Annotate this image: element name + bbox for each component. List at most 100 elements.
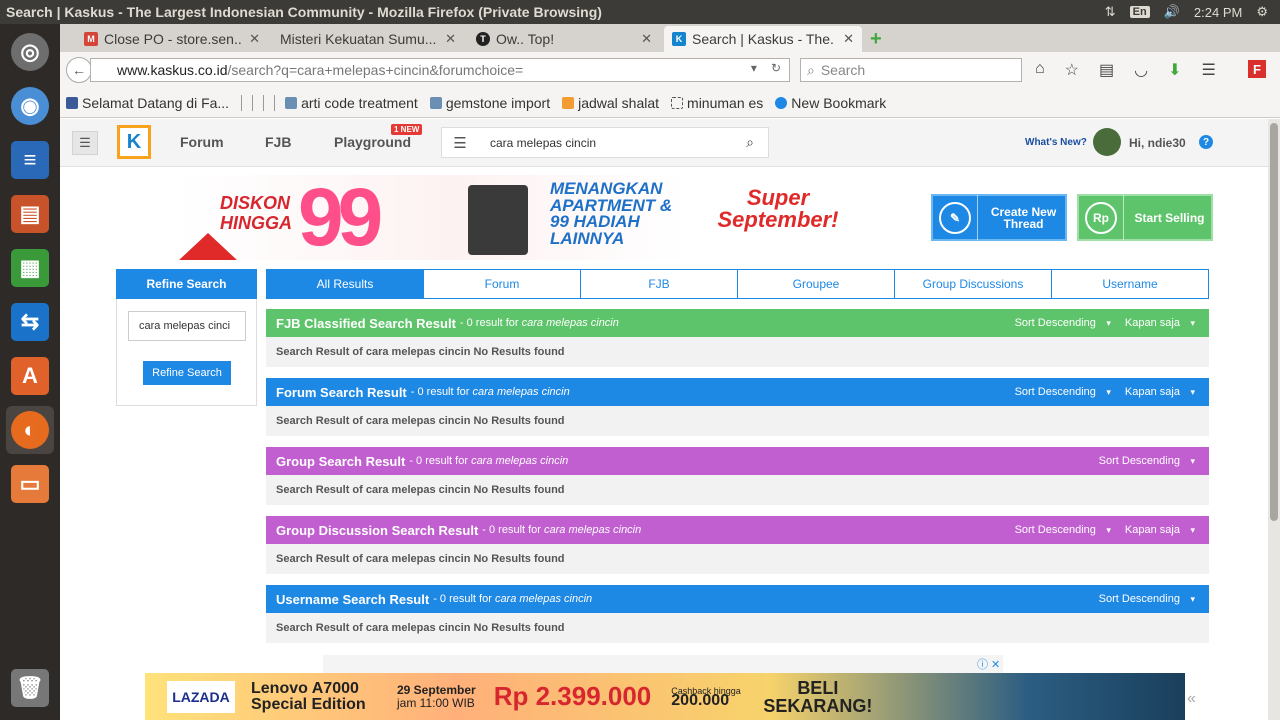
chevron-left-icon[interactable]: « [1187,690,1196,708]
volume-icon[interactable]: 🔊 [1164,4,1180,20]
bookmark-minuman[interactable]: minuman es [671,95,763,111]
tab-group-discussions[interactable]: Group Discussions [895,270,1052,298]
bookmark-facebook[interactable]: Selamat Datang di Fa... [66,95,229,111]
network-icon[interactable]: ⇅ [1105,4,1116,20]
sort-dropdown[interactable]: Sort Descending [1015,317,1111,329]
ad-info-icon[interactable]: ⓘ ✕ [977,656,1000,672]
extension-f-icon[interactable]: F [1248,60,1266,78]
back-arrow-icon[interactable]: ← [66,57,92,83]
keyboard-layout-indicator[interactable]: En [1129,6,1150,18]
page-scrollbar[interactable] [1268,119,1280,720]
sort-dropdown[interactable]: Sort Descending [1015,524,1111,536]
sort-dropdown[interactable]: Sort Descending [1099,455,1195,467]
help-icon[interactable]: ? [1199,135,1213,149]
bookmark-label: arti code treatment [301,94,418,111]
bookmark-arti-code[interactable]: arti code treatment [285,95,418,111]
refine-search-input[interactable]: cara melepas cinci [128,311,246,341]
browser-nav-bar: ← www.kaskus.co.id/search?q=cara+melepas… [60,52,1280,88]
tab-all-results[interactable]: All Results [267,270,424,298]
tab-username[interactable]: Username [1052,270,1208,298]
result-title: Group Discussion Search Result [276,522,479,538]
banner-discount-text: DISKON HINGGA [220,193,292,233]
tab-fjb[interactable]: FJB [581,270,738,298]
time-filter-dropdown[interactable]: Kapan saja [1125,524,1195,536]
firefox-launcher[interactable]: ◐ [6,406,54,454]
kaskus-logo[interactable]: K [117,125,151,159]
refine-search-panel: cara melepas cinci Refine Search [116,299,257,406]
home-icon[interactable]: ⌂ [1035,60,1045,80]
time-filter-dropdown[interactable]: Kapan saja [1125,386,1195,398]
result-count: - 0 result for cara melepas cincin [482,524,641,536]
close-icon[interactable]: ✕ [641,31,652,47]
nav-playground[interactable]: Playground [334,134,411,150]
ad-cta: BELI SEKARANG! [763,677,873,716]
search-category-menu-icon[interactable]: ☰ [442,134,478,152]
sort-dropdown[interactable]: Sort Descending [1015,386,1111,398]
clipboard-icon[interactable]: ▤ [1099,60,1114,80]
bookmark-jadwal[interactable]: jadwal shalat [562,95,659,111]
search-icon[interactable]: ⌕ [732,134,768,151]
unity-launcher: ◎ ◉ ≡ ▤ ▦ ⇆ A ◐ ▭ 🗑 [0,24,60,720]
teamviewer-launcher[interactable]: ⇆ [6,298,54,346]
impress-launcher[interactable]: ▤ [6,190,54,238]
settings-gear-icon[interactable]: ⚙ [1256,4,1268,20]
ad-placeholder [323,655,1003,673]
bookmark-new[interactable]: New Bookmark [775,95,886,111]
site-search-input[interactable]: cara melepas cincin [478,136,732,150]
result-header: Group Discussion Search Result - 0 resul… [266,516,1209,544]
new-tab-plus-icon[interactable]: + [870,28,882,51]
ad-date-block: 29 September jam 11:00 WIB [397,683,476,710]
create-new-thread-button[interactable]: ✎ Create New Thread [931,194,1067,241]
writer-launcher[interactable]: ≡ [6,136,54,184]
site-search-bar[interactable]: ☰ cara melepas cincin ⌕ [441,127,769,158]
tab-misteri[interactable]: Misteri Kekuatan Sumu... ✕ [272,26,464,52]
sort-dropdown[interactable]: Sort Descending [1099,593,1195,605]
software-center-launcher[interactable]: A [6,352,54,400]
trash-launcher[interactable]: 🗑 [6,664,54,712]
reload-icon[interactable]: ↻ [771,61,781,75]
tab-close-po[interactable]: M Close PO - store.sen... ✕ [76,26,268,52]
bookmark-star-icon[interactable]: ☆ [1065,60,1079,80]
bookmark-gemstone[interactable]: gemstone import [429,95,550,111]
avatar[interactable] [1093,128,1121,156]
files-launcher[interactable]: ▭ [6,460,54,508]
user-greeting[interactable]: Hi, ndie30 [1129,136,1186,150]
result-count: - 0 result for cara melepas cincin [409,455,568,467]
url-dropdown-icon[interactable]: ▾ [751,61,757,75]
close-icon[interactable]: ✕ [445,31,456,47]
tab-ow-top[interactable]: T Ow.. Top! ✕ [468,26,660,52]
menu-icon[interactable]: ☰ [1202,60,1216,80]
pocket-icon[interactable]: ◡ [1134,60,1148,80]
software-center-icon: A [11,357,49,395]
ubuntu-dash-button[interactable]: ◎ [6,28,54,76]
tab-kaskus-search[interactable]: K Search | Kaskus - The... ✕ [664,26,862,52]
whats-new-link[interactable]: What's New? [1025,137,1087,148]
tab-forum[interactable]: Forum [424,270,581,298]
nav-forum[interactable]: Forum [180,134,224,150]
result-title: Group Search Result [276,453,406,469]
fjb-result-section: FJB Classified Search Result - 0 result … [266,309,1209,367]
ad-product: Lenovo A7000 Special Edition [251,679,366,713]
url-bar[interactable]: www.kaskus.co.id/search?q=cara+melepas+c… [90,58,790,82]
calc-launcher[interactable]: ▦ [6,244,54,292]
trash-icon: 🗑 [11,669,49,707]
browser-search-input[interactable]: ⌕ Search [800,58,1022,82]
tab-groupee[interactable]: Groupee [738,270,895,298]
refine-search-button[interactable]: Refine Search [143,361,231,385]
nav-fjb[interactable]: FJB [265,134,291,150]
time-filter-dropdown[interactable]: Kapan saja [1125,317,1195,329]
download-arrow-icon[interactable]: ⬇ [1168,60,1181,80]
promo-banner[interactable]: DISKON HINGGA 99 MENANGKAN APARTMENT & 9… [178,175,860,260]
site-menu-icon[interactable]: ☰ [72,131,98,155]
close-icon[interactable]: ✕ [249,31,260,47]
close-icon[interactable]: ✕ [843,31,854,47]
chromium-launcher[interactable]: ◉ [6,82,54,130]
start-selling-button[interactable]: Rp Start Selling [1077,194,1213,241]
refine-search-title: Refine Search [116,269,257,299]
scrollbar-thumb[interactable] [1270,123,1278,521]
lazada-ad-banner[interactable]: LAZADA Lenovo A7000 Special Edition 29 S… [145,673,1185,720]
tab-label: Close PO - store.sen... [104,31,242,47]
result-header: Username Search Result - 0 result for ca… [266,585,1209,613]
clock[interactable]: 2:24 PM [1194,5,1242,20]
new-badge: 1 NEW [391,124,423,135]
